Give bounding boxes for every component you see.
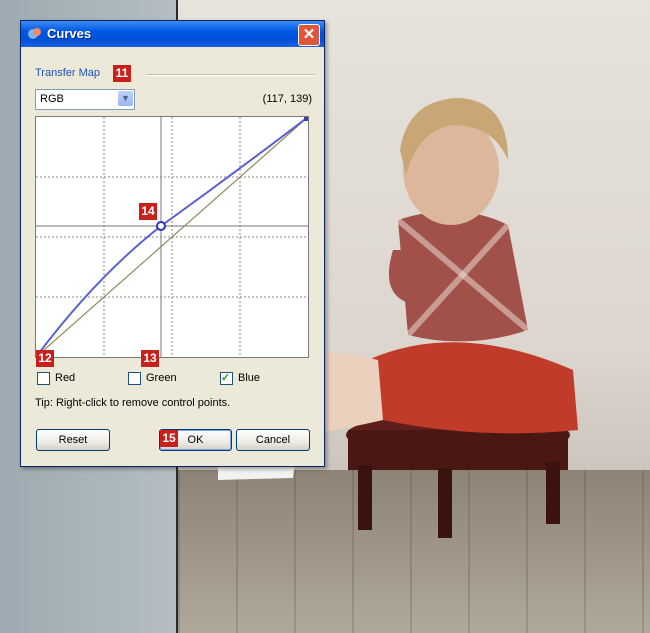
curve-graph[interactable] bbox=[35, 116, 309, 358]
channel-select[interactable]: RGB ▼ bbox=[35, 89, 135, 110]
curve-svg[interactable] bbox=[36, 117, 308, 357]
curves-app-icon bbox=[28, 28, 41, 39]
red-checkbox-box[interactable] bbox=[37, 372, 50, 385]
channel-select-value: RGB bbox=[40, 93, 64, 105]
close-button[interactable]: ✕ bbox=[298, 24, 320, 46]
curve-endpoint-end bbox=[304, 117, 308, 121]
callout-14: 14 bbox=[139, 203, 157, 220]
green-checkbox-box[interactable] bbox=[128, 372, 141, 385]
blue-checkbox-label: Blue bbox=[238, 372, 261, 384]
curves-dialog: Curves ✕ Transfer Map RGB ▼ (117, 139) R… bbox=[20, 20, 325, 467]
tip-text: Tip: Right-click to remove control point… bbox=[35, 397, 231, 409]
blue-checkbox-box[interactable]: ✓ bbox=[220, 372, 233, 385]
chevron-down-icon[interactable]: ▼ bbox=[118, 91, 133, 106]
checkmark-icon: ✓ bbox=[221, 372, 231, 384]
cancel-button[interactable]: Cancel bbox=[236, 429, 310, 451]
close-icon: ✕ bbox=[302, 26, 316, 43]
callout-11: 11 bbox=[113, 65, 131, 82]
callout-15: 15 bbox=[160, 430, 178, 447]
title-bar[interactable]: Curves ✕ bbox=[21, 21, 324, 47]
dialog-title: Curves bbox=[47, 26, 92, 41]
coordinate-readout: (117, 139) bbox=[262, 93, 312, 105]
green-checkbox-label: Green bbox=[146, 372, 177, 384]
reset-button[interactable]: Reset bbox=[36, 429, 110, 451]
red-checkbox-label: Red bbox=[55, 372, 76, 384]
callout-13: 13 bbox=[141, 350, 159, 367]
control-point bbox=[156, 221, 166, 231]
group-divider bbox=[146, 74, 316, 76]
transfer-map-label: Transfer Map bbox=[35, 67, 101, 79]
callout-12: 12 bbox=[36, 350, 54, 367]
